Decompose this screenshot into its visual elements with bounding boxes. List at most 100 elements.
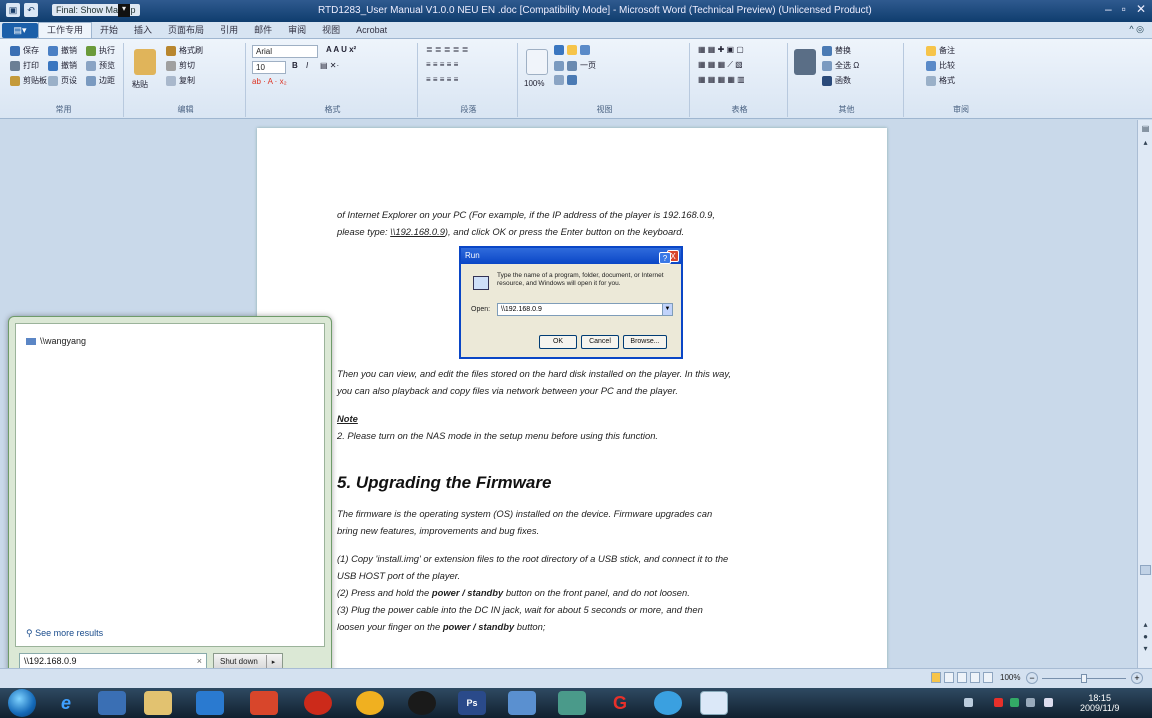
result-item[interactable]: \\wangyang [26, 336, 86, 346]
scroll-up-icon[interactable]: ▴ [1141, 138, 1150, 147]
format-painter-button[interactable]: 格式刷 [166, 45, 203, 56]
tab-work[interactable]: 工作专用 [38, 22, 93, 38]
align-icons-row1[interactable]: ≣ ≣ ≣ ≣ ≣ [426, 45, 468, 54]
help-icon[interactable]: ^ ◎ [1129, 24, 1144, 35]
grow-font-icon[interactable]: A A U x² [326, 45, 356, 54]
undo-button[interactable]: 撤销 [48, 45, 77, 56]
see-more-results-link[interactable]: ⚲ See more results [26, 628, 103, 639]
document-page[interactable]: of Internet Explorer on your PC (For exa… [257, 128, 887, 688]
app-icon[interactable] [654, 691, 682, 715]
save-button[interactable]: 保存 [10, 45, 39, 56]
view-buttons-row3[interactable] [554, 75, 580, 85]
tab-mailings[interactable]: 邮件 [246, 23, 280, 38]
chevron-down-icon: ▼ [662, 303, 673, 316]
photoshop-icon[interactable]: Ps [458, 691, 486, 715]
copy-button[interactable]: 复制 [166, 75, 195, 86]
close-icon[interactable]: ✕ [1136, 2, 1146, 16]
italic-icon[interactable]: I [306, 61, 308, 70]
word-icon[interactable] [700, 691, 728, 715]
draft-view-icon[interactable] [983, 672, 993, 683]
tab-acrobat[interactable]: Acrobat [348, 23, 395, 38]
select-all-button[interactable]: 全选 Ω [822, 60, 859, 71]
zoom-level[interactable]: 100% [1000, 673, 1020, 682]
table-icons-row3[interactable]: ▦ ▦ ▦ ▦ ▥ [698, 75, 745, 84]
tab-layout[interactable]: 页面布局 [160, 23, 212, 38]
margins-button[interactable]: 边距 [86, 75, 115, 86]
qq-icon[interactable] [408, 691, 436, 715]
start-button[interactable] [8, 689, 36, 717]
chrome-icon[interactable] [356, 691, 384, 715]
highlight-icon[interactable]: ▤ ✕· [320, 61, 339, 70]
review-style-button[interactable]: 格式 [926, 75, 955, 86]
ie-icon[interactable]: e [52, 691, 80, 715]
zoom-in-icon[interactable]: + [1131, 672, 1143, 684]
print-button[interactable]: 打印 [10, 60, 39, 71]
exec-button[interactable]: 执行 [86, 45, 115, 56]
vertical-scrollbar[interactable]: ▤ ▴ ▴ ● ▾ [1137, 120, 1152, 668]
tray-icon[interactable] [994, 698, 1003, 707]
network-icon[interactable] [1026, 698, 1035, 707]
web-layout-icon[interactable] [957, 672, 967, 683]
paste-label: 粘贴 [132, 80, 148, 89]
reading-layout-icon[interactable] [944, 672, 954, 683]
zoom-slider-knob[interactable] [1081, 674, 1087, 683]
app-icon[interactable] [508, 691, 536, 715]
undo-icon[interactable]: ↶ [24, 3, 38, 17]
table-icons-row2[interactable]: ▦ ▦ ▦ ⟋ ▧ [698, 60, 743, 70]
align-icons-row2[interactable]: ≡ ≡ ≡ ≡ ≡ [426, 60, 458, 69]
prev-page-icon[interactable]: ▴ [1141, 620, 1150, 629]
scroll-thumb[interactable] [1140, 565, 1151, 575]
cut-button[interactable]: 剪切 [166, 60, 195, 71]
chevron-down-icon[interactable]: ▾ [118, 4, 130, 17]
tab-insert[interactable]: 插入 [126, 23, 160, 38]
office-button[interactable]: ▤▾ [2, 22, 38, 38]
bold-icon[interactable]: B [292, 61, 298, 70]
print-layout-icon[interactable] [931, 672, 941, 683]
table-icons-row1[interactable]: ▦ ▦ ✚ ▣ ▢ [698, 45, 744, 54]
tab-review[interactable]: 审阅 [280, 23, 314, 38]
next-page-icon[interactable]: ▾ [1141, 644, 1150, 653]
ruler-toggle-icon[interactable]: ▤ [1141, 124, 1150, 133]
app-icon[interactable] [250, 691, 278, 715]
paste-icon[interactable] [134, 49, 156, 75]
chevron-right-icon[interactable]: ▸ [266, 655, 280, 668]
compare-button[interactable]: 比较 [926, 60, 955, 71]
tray-icon[interactable] [964, 698, 973, 707]
zoom-icon[interactable] [526, 49, 548, 75]
minimize-icon[interactable]: – [1105, 2, 1112, 16]
media-icon[interactable] [196, 691, 224, 715]
tab-references[interactable]: 引用 [212, 23, 246, 38]
app-icon[interactable] [98, 691, 126, 715]
find-icon[interactable] [794, 49, 816, 75]
view-buttons-row1[interactable] [554, 45, 593, 55]
function-button[interactable]: 函数 [822, 75, 851, 86]
redo-button[interactable]: 撤销 [48, 60, 77, 71]
browse-object-icon[interactable]: ● [1141, 632, 1150, 641]
opera-icon[interactable] [304, 691, 332, 715]
tray-icon[interactable] [1010, 698, 1019, 707]
font-combo[interactable]: Arial [252, 45, 318, 58]
align-icons-row3[interactable]: ≡ ≡ ≡ ≡ ≡ [426, 75, 458, 84]
clipboard-button[interactable]: 剪贴板 [10, 75, 47, 86]
zoom-out-icon[interactable]: − [1026, 672, 1038, 684]
font-size-combo[interactable]: 10 [252, 61, 286, 74]
restore-icon[interactable]: ▫ [1122, 2, 1126, 16]
folder-icon[interactable] [144, 691, 172, 715]
comment-button[interactable]: 备注 [926, 45, 955, 56]
ip-link[interactable]: \\192.168.0.9 [390, 226, 445, 237]
tab-home[interactable]: 开始 [92, 23, 126, 38]
clear-icon[interactable]: × [197, 654, 202, 669]
app-icon[interactable] [558, 691, 586, 715]
office-icon[interactable]: ▣ [6, 3, 20, 17]
replace-button[interactable]: 替换 [822, 45, 851, 56]
page-setup-button[interactable]: 页设 [48, 75, 77, 86]
font-color-icon[interactable]: ab · A · x₂ [252, 77, 287, 86]
preview-button[interactable]: 预览 [86, 60, 115, 71]
volume-icon[interactable] [1044, 698, 1053, 707]
app-icon[interactable]: G [606, 691, 634, 715]
outline-view-icon[interactable] [970, 672, 980, 683]
one-page-label: 一页 [580, 61, 596, 70]
one-page-button[interactable]: 一页 [554, 60, 596, 71]
clock[interactable]: 18:15 2009/11/9 [1080, 693, 1119, 713]
tab-view[interactable]: 视图 [314, 23, 348, 38]
